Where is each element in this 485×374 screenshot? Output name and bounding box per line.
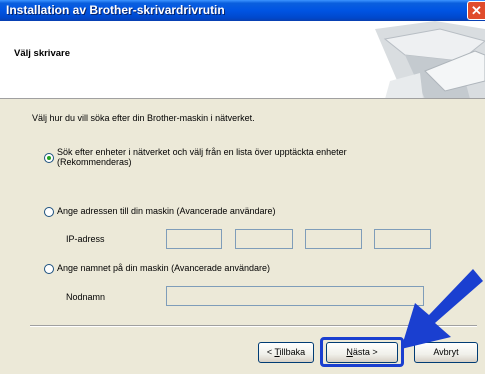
- wizard-header: Välj skrivare: [0, 21, 485, 99]
- next-button-rest: ästa >: [352, 347, 378, 357]
- ip-octet-4-field[interactable]: [374, 229, 431, 249]
- option-enter-address-label: Ange adressen till din maskin (Avancerad…: [57, 206, 276, 216]
- printer-illustration-icon: [375, 21, 485, 98]
- radio-enter-name[interactable]: [44, 264, 54, 274]
- title-bar[interactable]: Installation av Brother-skrivardrivrutin…: [0, 0, 485, 21]
- ip-octet-1-field[interactable]: [166, 229, 222, 249]
- back-button-rest: illbaka: [279, 347, 306, 357]
- option-enter-name-label: Ange namnet på din maskin (Avancerade an…: [57, 263, 270, 273]
- radio-search-network[interactable]: [44, 153, 54, 163]
- instruction-text: Välj hur du vill söka efter din Brother-…: [32, 113, 255, 123]
- option-search-network-line1: Sök efter enheter i nätverket och välj f…: [57, 147, 347, 157]
- ip-octet-2-field[interactable]: [235, 229, 293, 249]
- next-button[interactable]: Nästa >: [326, 342, 398, 363]
- window-title: Installation av Brother-skrivardrivrutin: [6, 3, 225, 17]
- option-search-network-line2: (Rekommenderas): [57, 157, 132, 167]
- radio-enter-address[interactable]: [44, 207, 54, 217]
- option-enter-name[interactable]: Ange namnet på din maskin (Avancerade an…: [44, 263, 270, 274]
- back-button[interactable]: < Tillbaka: [258, 342, 314, 363]
- option-search-network-label: Sök efter enheter i nätverket och välj f…: [57, 147, 347, 167]
- pointer-arrow-icon: [401, 269, 483, 349]
- ip-address-label: IP-adress: [66, 234, 105, 244]
- option-enter-address[interactable]: Ange adressen till din maskin (Avancerad…: [44, 206, 275, 217]
- ip-octet-3-field[interactable]: [305, 229, 362, 249]
- node-name-field[interactable]: [166, 286, 424, 306]
- installer-window: Installation av Brother-skrivardrivrutin…: [0, 0, 485, 374]
- option-search-network[interactable]: Sök efter enheter i nätverket och välj f…: [44, 147, 347, 167]
- close-button[interactable]: ✕: [467, 1, 485, 20]
- close-icon: ✕: [471, 3, 482, 18]
- page-title: Välj skrivare: [14, 48, 70, 59]
- node-name-label: Nodnamn: [66, 292, 106, 302]
